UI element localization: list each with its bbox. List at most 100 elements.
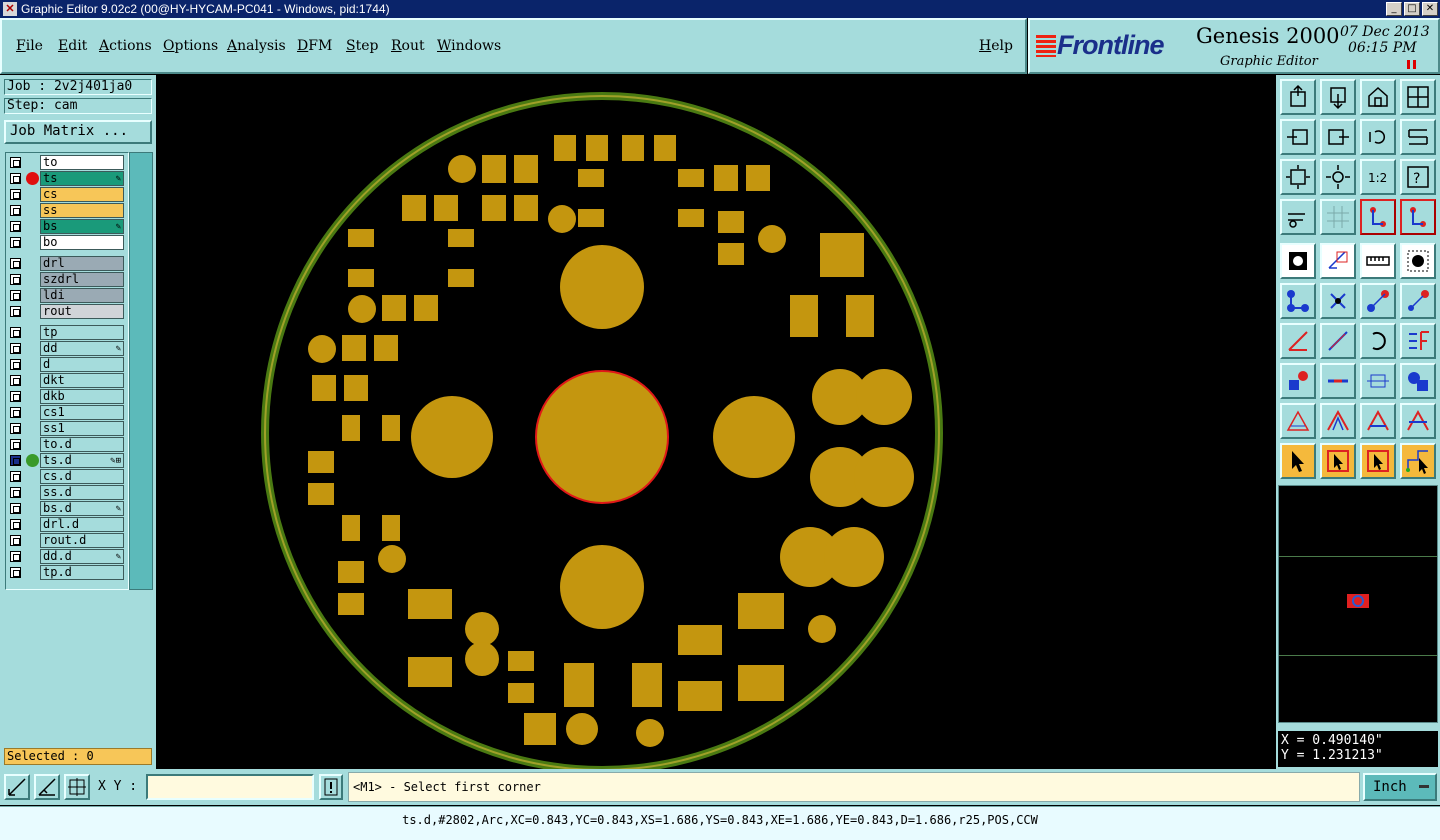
- menu-edit[interactable]: Edit: [58, 38, 87, 54]
- rect-pad[interactable]: [414, 295, 438, 321]
- center-button[interactable]: [1320, 159, 1356, 195]
- rect-pad[interactable]: [312, 375, 336, 401]
- group-button[interactable]: [1400, 363, 1436, 399]
- rect-pad[interactable]: [338, 593, 364, 615]
- layer-checkbox[interactable]: [10, 455, 21, 466]
- round-pad[interactable]: [548, 205, 576, 233]
- layer-checkbox[interactable]: [10, 487, 21, 498]
- layer-row-bs-d[interactable]: bs.d ✎: [6, 501, 128, 516]
- round-pad[interactable]: [378, 545, 406, 573]
- layer-checkbox[interactable]: [10, 407, 21, 418]
- layer-name[interactable]: cs1: [40, 405, 124, 420]
- round-pad[interactable]: [448, 155, 476, 183]
- xy-input[interactable]: [146, 774, 314, 800]
- layer-checkbox[interactable]: [10, 258, 21, 269]
- pan-left-button[interactable]: [1280, 119, 1316, 155]
- layer-row-ts-d[interactable]: ts.d ✎⊞: [6, 453, 128, 468]
- rect-pad[interactable]: [718, 211, 744, 233]
- round-pad[interactable]: [465, 612, 499, 646]
- round-pad[interactable]: [411, 396, 493, 478]
- rect-pad[interactable]: [408, 589, 452, 619]
- menu-windows[interactable]: Windows: [437, 38, 501, 54]
- round-pad[interactable]: [308, 335, 336, 363]
- layer-name[interactable]: szdrl: [40, 272, 124, 287]
- layer-name[interactable]: drl: [40, 256, 124, 271]
- select-button[interactable]: [1280, 443, 1316, 479]
- connect-button[interactable]: [1360, 199, 1396, 235]
- layer-checkbox[interactable]: [10, 343, 21, 354]
- round-pad[interactable]: [636, 719, 664, 747]
- layer-checkbox[interactable]: [10, 327, 21, 338]
- layer-name[interactable]: ss1: [40, 421, 124, 436]
- rect-pad[interactable]: [514, 155, 538, 183]
- rect-pad[interactable]: [338, 561, 364, 583]
- layer-name[interactable]: bo: [40, 235, 124, 250]
- rect-pad[interactable]: [382, 415, 400, 441]
- ruler-button[interactable]: [1360, 243, 1396, 279]
- round-pad[interactable]: [713, 396, 795, 478]
- layer-name[interactable]: dkt: [40, 373, 124, 388]
- zoom-out-button[interactable]: [1320, 79, 1356, 115]
- overview-window[interactable]: [1278, 485, 1438, 723]
- rect-pad[interactable]: [622, 135, 644, 161]
- layer-name[interactable]: ts.d ✎⊞: [40, 453, 124, 468]
- rect-pad[interactable]: [846, 295, 874, 337]
- layer-name[interactable]: cs.d: [40, 469, 124, 484]
- layer-row-d[interactable]: d: [6, 357, 128, 372]
- rect-pad[interactable]: [738, 593, 784, 629]
- rect-pad[interactable]: [348, 229, 374, 247]
- rect-pad[interactable]: [508, 651, 534, 671]
- menu-dfm[interactable]: DFM: [297, 38, 332, 54]
- layer-row-dkt[interactable]: dkt: [6, 373, 128, 388]
- rect-pad[interactable]: [586, 135, 608, 161]
- round-pad[interactable]: [566, 713, 598, 745]
- rect-pad[interactable]: [564, 663, 594, 707]
- maximize-button[interactable]: □: [1404, 2, 1420, 16]
- layer-name[interactable]: ss.d: [40, 485, 124, 500]
- layer-name[interactable]: ldi: [40, 288, 124, 303]
- layer-scrollbar[interactable]: [129, 152, 153, 590]
- layer-checkbox[interactable]: [10, 274, 21, 285]
- rect-pad[interactable]: [746, 165, 770, 191]
- pad-add-button[interactable]: [1280, 363, 1316, 399]
- pan-right-button[interactable]: [1320, 119, 1356, 155]
- rect-pad[interactable]: [718, 243, 744, 265]
- rect-pad[interactable]: [790, 295, 818, 337]
- poly-cross-button[interactable]: [1400, 403, 1436, 439]
- layer-checkbox[interactable]: [10, 439, 21, 450]
- menu-actions[interactable]: Actions: [99, 38, 152, 54]
- triangle-button[interactable]: [1280, 403, 1316, 439]
- layer-name[interactable]: cs: [40, 187, 124, 202]
- rect-pad[interactable]: [514, 195, 538, 221]
- rect-pad[interactable]: [408, 657, 452, 687]
- rect-pad[interactable]: [578, 209, 604, 227]
- layer-name[interactable]: dkb: [40, 389, 124, 404]
- rect-pad[interactable]: [342, 415, 360, 441]
- snap-mode-button[interactable]: [4, 774, 30, 800]
- grid-mode-button[interactable]: [64, 774, 90, 800]
- layer-name[interactable]: bs.d ✎: [40, 501, 124, 516]
- rect-pad[interactable]: [448, 229, 474, 247]
- rect-pad[interactable]: [524, 713, 556, 745]
- layer-row-dd-d[interactable]: dd.d ✎: [6, 549, 128, 564]
- layer-name[interactable]: bs ✎: [40, 219, 124, 234]
- poly-button[interactable]: [1320, 403, 1356, 439]
- rect-pad[interactable]: [382, 295, 406, 321]
- rect-pad[interactable]: [348, 269, 374, 287]
- layer-checkbox[interactable]: [10, 391, 21, 402]
- rect-pad[interactable]: [308, 483, 334, 505]
- redraw-button[interactable]: [1400, 119, 1436, 155]
- highlighted-arc-pad[interactable]: [535, 370, 669, 504]
- add-pad-button[interactable]: [1360, 283, 1396, 319]
- rect-pad[interactable]: [344, 375, 368, 401]
- solid-button[interactable]: [1400, 243, 1436, 279]
- menu-file[interactable]: File: [16, 38, 43, 54]
- snap-button[interactable]: [1280, 199, 1316, 235]
- fit-button[interactable]: [1280, 159, 1316, 195]
- help-button[interactable]: ?: [1400, 159, 1436, 195]
- rect-pad[interactable]: [342, 515, 360, 541]
- menu-analysis[interactable]: Analysis: [227, 38, 286, 54]
- rect-pad[interactable]: [402, 195, 426, 221]
- units-selector[interactable]: Inch: [1363, 773, 1437, 801]
- round-pad[interactable]: [560, 545, 644, 629]
